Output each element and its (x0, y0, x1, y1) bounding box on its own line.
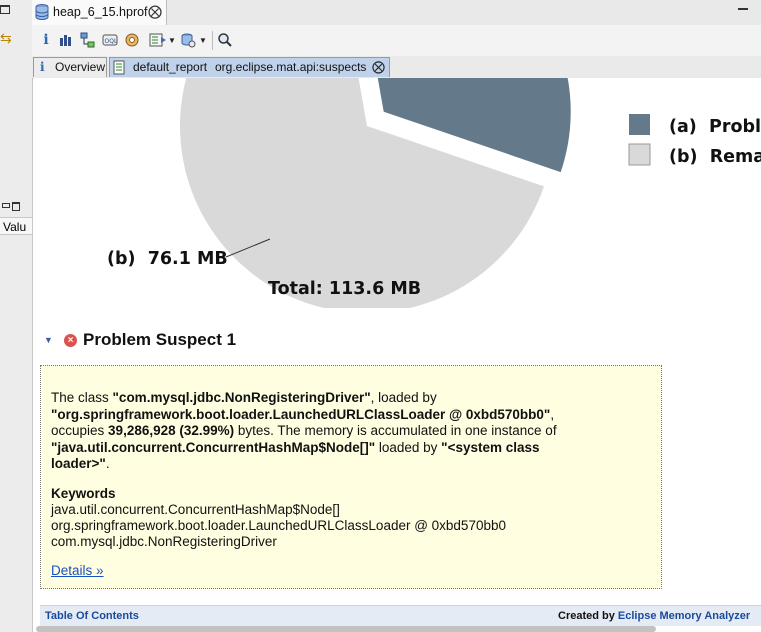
close-tab-icon[interactable]: ⨂ (372, 57, 385, 76)
search-icon[interactable] (215, 30, 235, 50)
suspect-description: The class "com.mysql.jdbc.NonRegistering… (51, 390, 651, 473)
desc-instance-class: "java.util.concurrent.ConcurrentHashMap$… (51, 439, 376, 455)
database-icon (35, 4, 49, 20)
info-icon[interactable]: i (36, 30, 56, 50)
toolbar-separator (212, 31, 213, 50)
created-by-label: Created by (558, 610, 618, 622)
tab-overview-label: Overview (55, 60, 106, 74)
report-tab-bar: i Overview default_report org.eclipse.ma… (32, 56, 761, 79)
eclipse-mat-link[interactable]: Eclipse Memory Analyzer (618, 610, 750, 622)
oql-icon[interactable]: OQL (100, 30, 120, 50)
desc-system-loader-end: loader>" (51, 456, 106, 472)
minimize-editor-icon[interactable] (738, 8, 748, 10)
pie-total-label: Total: 113.6 MB (268, 279, 421, 299)
histogram-icon[interactable] (56, 30, 76, 50)
keywords-heading: Keywords (51, 486, 116, 501)
desc-text: , loaded by (370, 390, 437, 405)
tab-default-report[interactable]: default_report org.eclipse.mat.api:suspe… (109, 57, 390, 77)
desc-text: bytes. The memory is accumulated in one … (234, 423, 557, 439)
desc-text: , (550, 406, 555, 422)
editor-tab-heap[interactable]: heap_6_15.hprof ⨂ (32, 0, 167, 25)
tab-report-id: org.eclipse.mat.api:suspects (215, 60, 367, 74)
collapse-toggle-icon[interactable]: ▼ (44, 335, 53, 345)
desc-class-name: "com.mysql.jdbc.NonRegisteringDriver" (112, 390, 371, 405)
legend-label-b: (b) Remain (669, 147, 761, 167)
report-footer: Table Of Contents Created by Eclipse Mem… (40, 605, 761, 626)
keyword-item: java.util.concurrent.ConcurrentHashMap$N… (51, 502, 340, 517)
table-of-contents-link[interactable]: Table Of Contents (45, 610, 139, 622)
desc-size: 39,286,928 (32.99%) (108, 423, 235, 439)
suspect-description-box: The class "com.mysql.jdbc.NonRegistering… (40, 365, 662, 589)
dominator-tree-icon[interactable] (78, 30, 98, 50)
error-icon: × (64, 334, 77, 347)
editor-tab-title: heap_6_15.hprof (53, 5, 148, 19)
tab-report-name: default_report (133, 60, 208, 74)
minimize-icon[interactable] (2, 203, 10, 208)
tab-overview[interactable]: i Overview (33, 57, 107, 77)
desc-classloader: "org.springframework.boot.loader.Launche… (51, 406, 551, 422)
editor-tab-bar: heap_6_15.hprof ⨂ (32, 0, 761, 26)
desc-text: . (105, 456, 110, 472)
chevron-down-icon[interactable]: ▼ (199, 36, 207, 45)
keyword-item: org.springframework.boot.loader.Launched… (51, 518, 506, 533)
legend-label-a: (a) Problem (669, 117, 761, 137)
desc-text: loaded by (375, 439, 442, 455)
toolbar: i OQL ▼ ▼ (32, 25, 761, 57)
desc-system-loader: "<system class (441, 439, 540, 455)
horizontal-scrollbar[interactable] (36, 626, 656, 632)
legend-swatch-a (629, 114, 650, 135)
thread-overview-icon[interactable] (122, 30, 142, 50)
report-content: (b) 76.1 MB Total: 113.6 MB (a) Problem … (33, 78, 761, 632)
keyword-item: com.mysql.jdbc.NonRegisteringDriver (51, 534, 277, 549)
info-icon: i (40, 60, 45, 74)
suspect-title: Problem Suspect 1 (83, 330, 237, 349)
pie-slice-b-label: (b) 76.1 MB (107, 249, 228, 269)
pie-chart: (b) 76.1 MB Total: 113.6 MB (a) Problem … (107, 78, 761, 308)
restore-icon[interactable] (0, 5, 10, 14)
created-by-text: Created by Eclipse Memory Analyzer (558, 610, 750, 622)
value-column-header[interactable]: Valu (0, 217, 32, 235)
query-browser-icon[interactable] (178, 30, 198, 50)
chevron-down-icon[interactable]: ▼ (168, 36, 176, 45)
svg-text:OQL: OQL (105, 38, 118, 45)
desc-text: The class (51, 390, 113, 405)
desc-text: occupies (51, 423, 109, 439)
details-link[interactable]: Details » (51, 563, 104, 580)
legend-swatch-b (628, 143, 651, 166)
report-icon (113, 60, 125, 75)
link-icon[interactable]: ⇆ (0, 30, 12, 47)
left-panel-strip: ⇆ Valu (0, 0, 33, 632)
close-tab-icon[interactable]: ⨂ (148, 3, 162, 20)
run-report-icon[interactable] (148, 30, 168, 50)
maximize-icon[interactable] (12, 202, 20, 211)
